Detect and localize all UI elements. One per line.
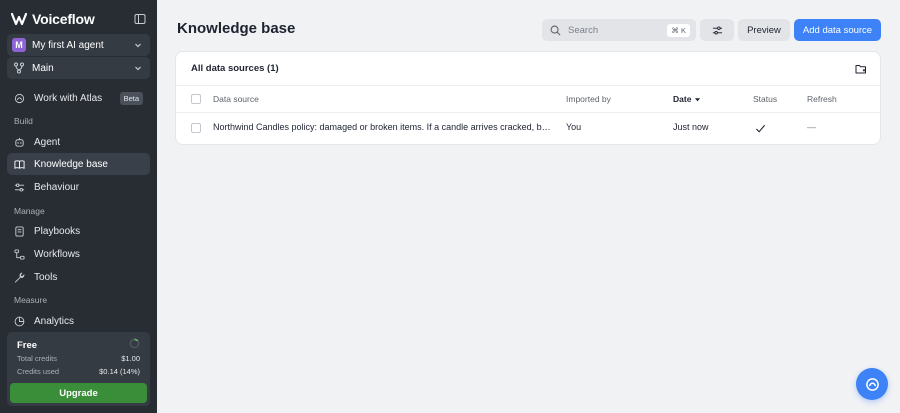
chevron-down-icon [135,66,141,71]
wrench-icon [14,272,25,283]
voiceflow-logo-icon [11,12,27,26]
section-label-build: Build [14,116,33,126]
environment-selector[interactable]: Main [7,57,150,79]
sidebar-item-label: Playbooks [34,225,81,237]
sort-desc-icon [695,97,701,101]
divider [176,85,880,86]
sidebar-item-label: Work with Atlas [34,92,103,104]
playbook-icon [15,225,24,237]
divider [176,112,880,113]
sidebar-item-playbooks[interactable]: Playbooks [7,220,150,242]
page-title: Knowledge base [177,20,296,37]
sidebar-item-analytics[interactable]: Analytics [7,310,150,332]
cell-refresh: — [807,122,816,132]
sidebar-item-label: Behaviour [34,181,80,193]
section-label-manage: Manage [14,206,45,216]
sidebar-item-behaviour[interactable]: Behaviour [7,176,150,198]
total-credits-value: $1.00 [121,354,140,363]
total-credits-label: Total credits [17,354,58,363]
environment-name: Main [32,62,54,74]
credits-used-label: Credits used [17,367,60,376]
search-icon [550,25,561,35]
section-label-measure: Measure [14,295,48,305]
cell-imported-by: You [566,122,582,132]
filter-sliders-icon [712,25,722,35]
column-header-refresh[interactable]: Refresh [807,94,837,104]
branch-icon [14,62,24,74]
column-header-data-source[interactable]: Data source [213,94,259,104]
beta-badge: Beta [119,91,143,105]
credits-used-value: $0.14 (14%) [99,367,140,376]
sidebar-item-workflows[interactable]: Workflows [7,243,150,265]
book-icon [14,159,25,169]
upgrade-button[interactable]: Upgrade [10,383,147,403]
plan-card: Free Total credits $1.00 Credits used $0… [7,332,150,406]
add-data-source-button[interactable]: Add data source [794,19,881,41]
sidebar: Voiceflow M My first AI agent Main Work … [0,0,157,413]
cell-date: Just now [673,122,709,132]
table-title: All data sources (1) [191,63,279,74]
row-checkbox[interactable] [191,123,201,133]
agent-avatar: M [12,38,26,52]
data-sources-table: All data sources (1) Data source Importe… [176,52,880,144]
search-shortcut: ⌘ K [667,23,690,37]
sliders-icon [14,182,25,192]
column-header-status[interactable]: Status [753,94,777,104]
select-all-checkbox[interactable] [191,94,201,104]
workflow-icon [14,248,25,260]
check-icon [755,124,766,133]
sidebar-item-knowledge-base[interactable]: Knowledge base [7,153,150,175]
sidebar-item-label: Knowledge base [34,158,108,170]
search-input[interactable]: Search ⌘ K [542,19,696,41]
sidebar-collapse-icon[interactable] [134,13,146,25]
sidebar-item-label: Analytics [34,315,75,327]
sidebar-item-label: Agent [34,136,61,148]
search-placeholder: Search [568,24,599,36]
preview-button[interactable]: Preview [738,19,790,41]
analytics-icon [14,316,25,326]
chat-bubble-icon [865,377,879,391]
total-credits-row: Total credits $1.00 [17,354,140,363]
chevron-down-icon [135,43,141,48]
sidebar-item-label: Workflows [34,248,80,260]
credits-used-row: Credits used $0.14 (14%) [17,367,140,376]
help-chat-button[interactable] [856,368,888,400]
column-header-imported-by[interactable]: Imported by [566,94,611,104]
agent-icon [15,137,24,147]
column-header-date-label: Date [673,94,692,104]
agent-name: My first AI agent [32,39,104,51]
brand-name: Voiceflow [32,11,95,27]
new-folder-icon[interactable] [855,63,867,75]
brand-logo[interactable]: Voiceflow [11,10,95,28]
atlas-icon [14,93,25,103]
sidebar-item-tools[interactable]: Tools [7,266,150,288]
column-header-date[interactable]: Date [673,94,701,104]
filter-button[interactable] [700,19,734,41]
agent-selector[interactable]: M My first AI agent [7,34,150,56]
cell-data-source[interactable]: Northwind Candles policy: damaged or bro… [213,122,551,132]
credits-progress-ring-icon [129,338,140,349]
sidebar-item-atlas[interactable]: Work with Atlas Beta [7,87,150,109]
sidebar-item-agent[interactable]: Agent [7,131,150,153]
sidebar-item-label: Tools [34,271,58,283]
plan-name: Free [17,340,38,351]
